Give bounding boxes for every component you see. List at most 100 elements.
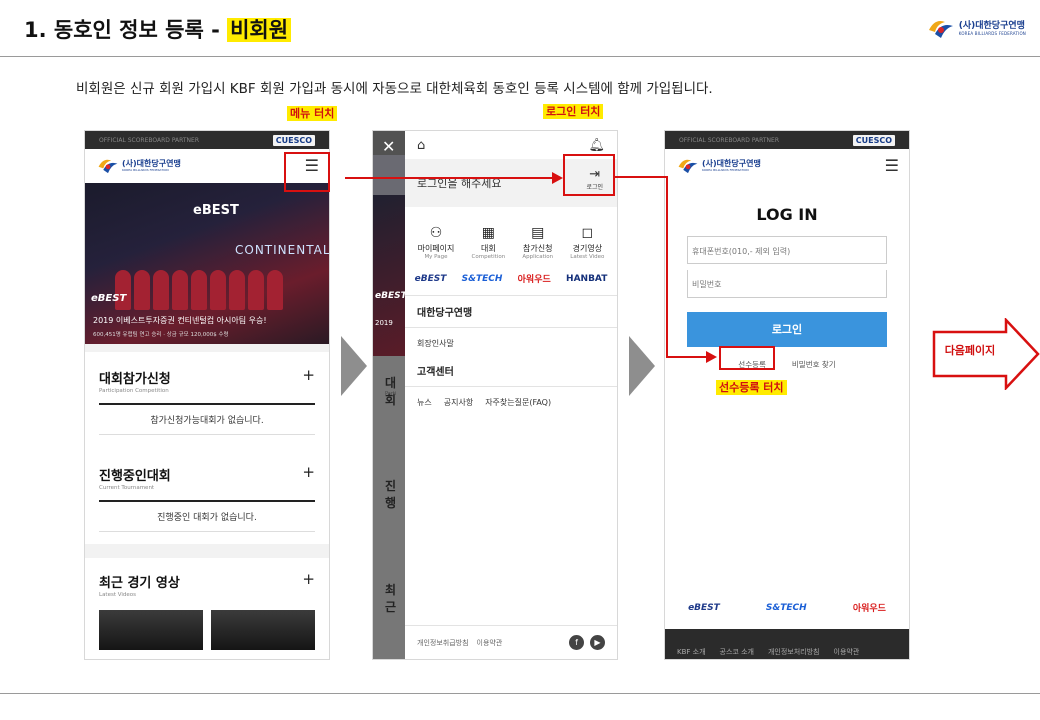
section-subtitle: Participation Competition bbox=[99, 388, 169, 394]
menu-divider bbox=[405, 386, 617, 387]
note-login-touch: 로그인 터치 bbox=[543, 104, 604, 119]
kbf-emblem-icon bbox=[678, 159, 698, 174]
bg-section-label: 진행 bbox=[385, 479, 397, 510]
app-header: (사)대한당구연맹 KOREA BILLIARDS FEDERATION ☰ bbox=[665, 149, 909, 183]
quick-menu-competition[interactable]: ▦ 대회 Competition bbox=[472, 225, 506, 260]
expand-plus-icon[interactable]: + bbox=[302, 572, 315, 587]
bg-section-sub: Parti bbox=[385, 391, 397, 397]
password-input[interactable]: 비밀번호 bbox=[687, 270, 887, 298]
connector-line bbox=[345, 177, 555, 179]
bg-hero-tag: eBEST bbox=[375, 291, 407, 301]
login-footer: KBF 소개 공스코 소개 개인정보처리방침 이용약관 bbox=[665, 629, 909, 659]
login-links: 선수등록 비밀번호 찾기 bbox=[665, 359, 909, 370]
intro-text: 비회원은 신규 회원 가입시 KBF 회원 가입과 동시에 자동으로 대한체육회… bbox=[76, 81, 713, 97]
section-title: 진행중인대회 Current Tournament bbox=[99, 469, 171, 491]
title-highlight: 비회원 bbox=[227, 18, 292, 42]
hero-banner[interactable]: eBEST CONTINENTAL eBEST 2019 이베스트투자증권 컨티… bbox=[85, 183, 329, 344]
person-icon: ⚇ bbox=[429, 225, 443, 241]
footer-link-privacy[interactable]: 개인정보처리방침 bbox=[768, 647, 820, 657]
sponsor-logo[interactable]: eBEST bbox=[688, 603, 720, 613]
note-menu-touch: 메뉴 터치 bbox=[287, 106, 338, 121]
menu-backdrop[interactable]: eBEST 2019 대회 Parti 진행 최근 ✕ bbox=[373, 131, 407, 659]
menu-divider bbox=[405, 327, 617, 328]
app-logo-sub: KOREA BILLIARDS FEDERATION bbox=[122, 167, 169, 172]
callout-box-register bbox=[719, 346, 775, 370]
partner-label: OFFICIAL SCOREBOARD PARTNER bbox=[679, 136, 780, 144]
menu-link-notice[interactable]: 공지사항 bbox=[444, 397, 473, 408]
menu-heading-federation[interactable]: 대한당구연맹 bbox=[405, 304, 617, 319]
title-prefix: 1. 동호인 정보 등록 - bbox=[24, 18, 228, 42]
footer-link-terms[interactable]: 이용약관 bbox=[834, 647, 860, 657]
partner-bar: OFFICIAL SCOREBOARD PARTNER CUESCO bbox=[85, 131, 329, 149]
partner-label: OFFICIAL SCOREBOARD PARTNER bbox=[99, 136, 200, 144]
youtube-icon[interactable]: ▶ bbox=[590, 635, 605, 650]
connector-line bbox=[666, 356, 710, 358]
facebook-icon[interactable]: f bbox=[569, 635, 584, 650]
document-icon: ▤ bbox=[531, 225, 545, 241]
section-subtitle: Current Tournament bbox=[99, 485, 155, 491]
menu-link-faq[interactable]: 자주찾는질문(FAQ) bbox=[485, 397, 551, 408]
quick-menu-application[interactable]: ▤ 참가신청 Application bbox=[522, 225, 553, 260]
quick-menu: ⚇ 마이페이지 My Page ▦ 대회 Competition ▤ 참가신청 Applic… bbox=[405, 207, 617, 260]
menu-footer: 개인정보취급방침 이용약관 f ▶ bbox=[405, 625, 617, 659]
footer-link-terms[interactable]: 이용약관 bbox=[477, 638, 503, 648]
hamburger-menu-icon[interactable]: ☰ bbox=[885, 158, 899, 174]
menu-link-news[interactable]: 뉴스 bbox=[417, 397, 432, 408]
home-icon[interactable]: ⌂ bbox=[417, 138, 425, 153]
menu-heading-support[interactable]: 고객센터 bbox=[405, 363, 617, 378]
sponsor-logo[interactable]: S&TECH bbox=[462, 274, 503, 284]
expand-plus-icon[interactable]: + bbox=[302, 465, 315, 480]
section-empty-message: 진행중인 대회가 없습니다. bbox=[99, 502, 315, 532]
quick-menu-video[interactable]: ◻ 경기영상 Latest Video bbox=[570, 225, 604, 260]
video-thumbnail[interactable] bbox=[211, 610, 315, 650]
footer-link-privacy[interactable]: 개인정보취급방침 bbox=[417, 638, 469, 648]
sponsor-logo[interactable]: eBEST bbox=[415, 274, 447, 284]
bg-hero-caption: 2019 bbox=[375, 319, 393, 327]
menu-support-links: 뉴스 공지사항 자주찾는질문(FAQ) bbox=[405, 397, 617, 408]
phone-home-screen: OFFICIAL SCOREBOARD PARTNER CUESCO (사)대한… bbox=[84, 130, 330, 660]
section-participation: 대회참가신청 Participation Competition + 참가신청가능… bbox=[85, 352, 329, 435]
app-logo[interactable]: (사)대한당구연맹 KOREA BILLIARDS FEDERATION bbox=[677, 157, 761, 175]
footer-link-cuesco[interactable]: 공스코 소개 bbox=[720, 647, 754, 657]
sponsor-logo[interactable]: HANBAT bbox=[566, 274, 607, 284]
kbf-brand-logo: (사)대한당구연맹 KOREA BILLIARDS FEDERATION bbox=[927, 18, 1026, 40]
phone-login-screen: OFFICIAL SCOREBOARD PARTNER CUESCO (사)대한… bbox=[664, 130, 910, 660]
section-current-tournament: 진행중인대회 Current Tournament + 진행중인 대회가 없습니다… bbox=[85, 435, 329, 532]
menu-link-greeting[interactable]: 회장인사말 bbox=[405, 338, 617, 349]
section-spacer bbox=[85, 544, 329, 558]
section-title: 대회참가신청 Participation Competition bbox=[99, 372, 171, 394]
bell-icon[interactable]: 🔔︎ bbox=[588, 138, 605, 153]
section-latest-videos: 최근 경기 영상 Latest Videos + bbox=[85, 558, 329, 650]
video-icon: ◻ bbox=[581, 225, 594, 241]
login-button[interactable]: 로그인 bbox=[687, 312, 887, 347]
find-password-link[interactable]: 비밀번호 찾기 bbox=[792, 359, 836, 370]
hero-ebest-text: eBEST bbox=[193, 203, 239, 218]
app-logo[interactable]: (사)대한당구연맹 KOREA BILLIARDS FEDERATION bbox=[97, 157, 181, 175]
sponsor-logo[interactable]: S&TECH bbox=[766, 603, 807, 613]
next-page-arrow[interactable]: 다음페이지 bbox=[932, 316, 1040, 394]
callout-box-login bbox=[563, 154, 615, 196]
section-empty-message: 참가신청가능대회가 없습니다. bbox=[99, 405, 315, 435]
login-title: LOG IN bbox=[756, 205, 818, 224]
phone-number-input[interactable]: 휴대폰번호(010,- 제외 입력) bbox=[687, 236, 887, 264]
menu-divider bbox=[405, 295, 617, 296]
footer-link-about[interactable]: KBF 소개 bbox=[677, 647, 706, 657]
close-icon[interactable]: ✕ bbox=[382, 137, 395, 156]
quick-menu-mypage[interactable]: ⚇ 마이페이지 My Page bbox=[418, 225, 455, 260]
side-menu-panel: ⌂ 🔔︎ 로그인을 해주세요 ⇥ 로그인 ⚇ 마이페이지 My Page ▦ 대회 Co… bbox=[405, 131, 617, 659]
connector-arrowhead-icon bbox=[552, 172, 563, 184]
expand-plus-icon[interactable]: + bbox=[302, 368, 315, 383]
sponsor-logo[interactable]: 아워우드 bbox=[853, 601, 886, 614]
bg-section-label: 최근 bbox=[385, 583, 397, 614]
sponsor-logos: eBEST S&TECH 아워우드 bbox=[665, 601, 909, 615]
sponsor-logos: eBEST S&TECH 아워우드 HANBAT bbox=[405, 260, 617, 286]
hero-caption: 2019 이베스트투자증권 컨티넨털컵 아시아팀 우승! bbox=[93, 316, 267, 325]
cuesco-logo[interactable]: CUESCO bbox=[272, 134, 315, 146]
video-thumbnail[interactable] bbox=[99, 610, 203, 650]
cuesco-logo[interactable]: CUESCO bbox=[852, 134, 895, 146]
connector-arrowhead-icon bbox=[706, 351, 717, 363]
sponsor-logo[interactable]: 아워우드 bbox=[518, 272, 551, 285]
hero-sponsor-tag: eBEST bbox=[91, 293, 127, 304]
partner-bar: OFFICIAL SCOREBOARD PARTNER CUESCO bbox=[665, 131, 909, 149]
step-arrow-icon bbox=[629, 336, 655, 396]
